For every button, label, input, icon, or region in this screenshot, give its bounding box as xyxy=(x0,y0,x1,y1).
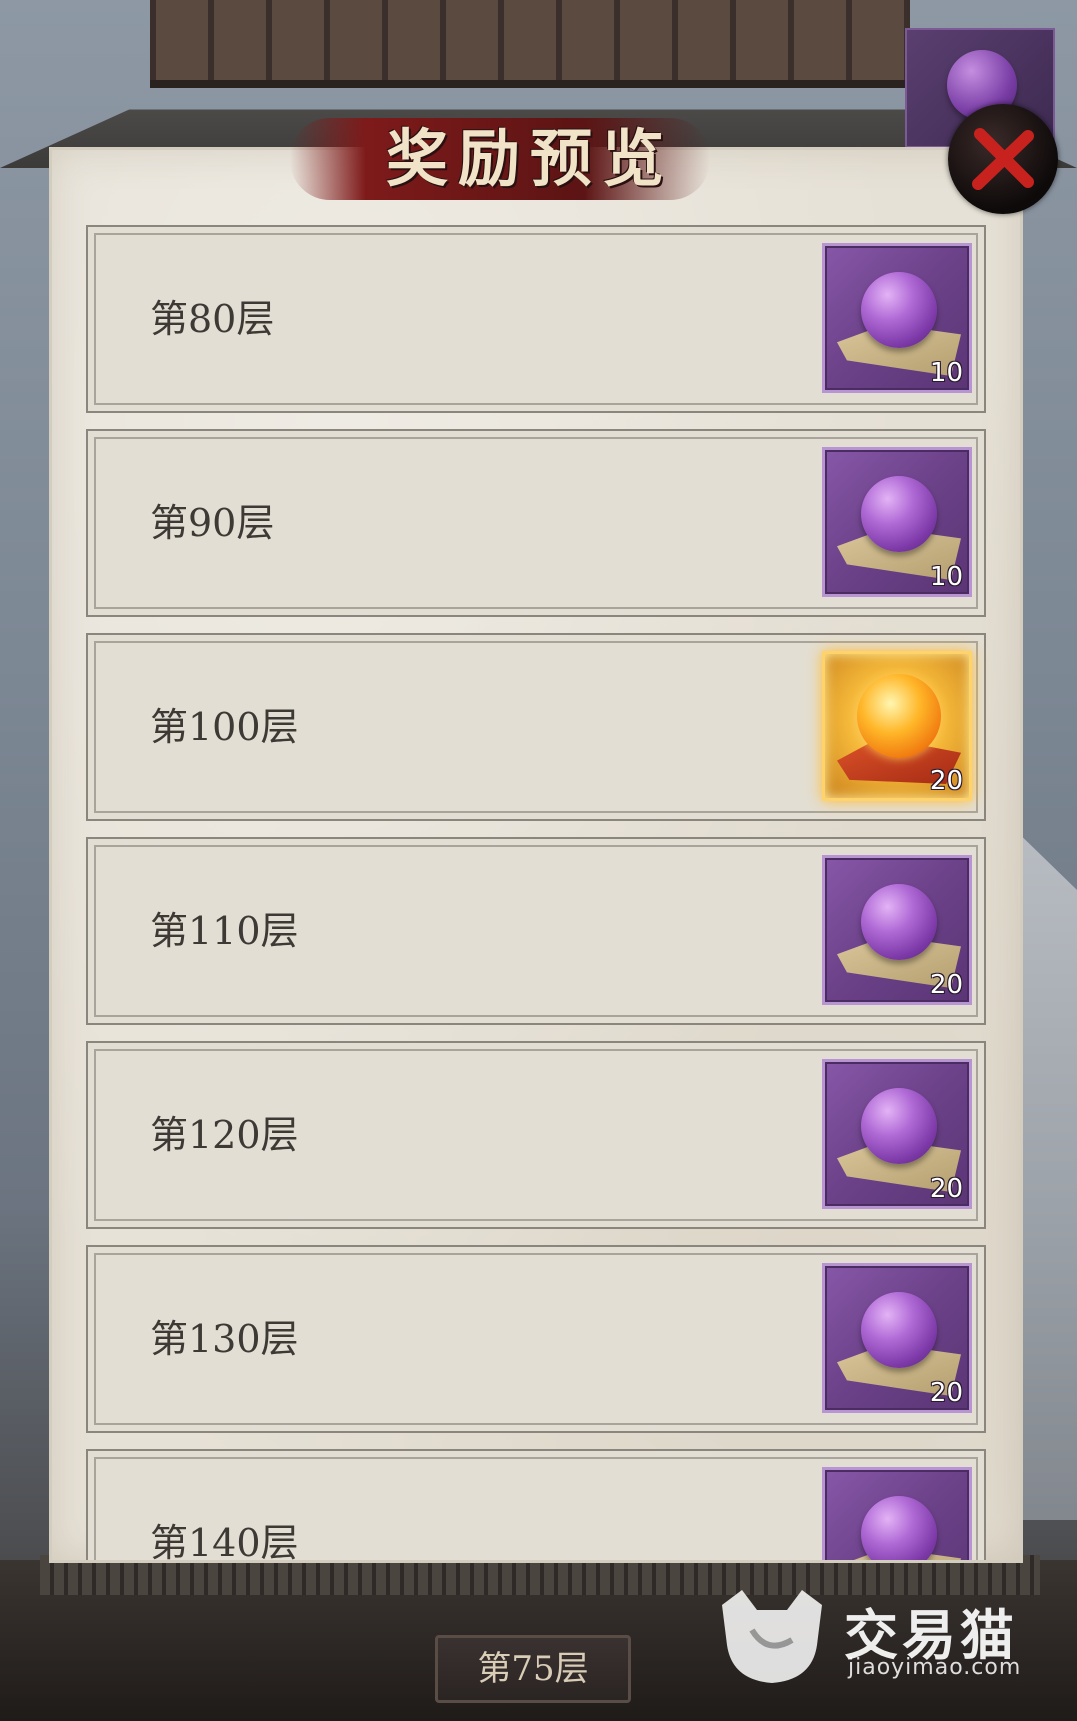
item-quantity: 20 xyxy=(929,1174,963,1204)
reward-item-gold-orb[interactable]: 20 xyxy=(822,651,972,801)
reward-row-120: 第120层 20 xyxy=(86,1041,986,1229)
purple-orb-icon xyxy=(861,1496,937,1560)
cat-logo-icon xyxy=(722,1590,822,1683)
purple-orb-icon xyxy=(861,884,937,960)
purple-orb-icon xyxy=(861,476,937,552)
current-floor-sign: 第75层 xyxy=(435,1635,631,1703)
floor-label: 第140层 xyxy=(150,1521,299,1560)
reward-row-130: 第130层 20 xyxy=(86,1245,986,1433)
reward-item-purple-orb[interactable]: 20 xyxy=(822,1059,972,1209)
purple-orb-icon xyxy=(861,272,937,348)
reward-item-purple-orb[interactable]: 10 xyxy=(822,243,972,393)
tower-top-background xyxy=(150,0,910,88)
floor-label: 第110层 xyxy=(150,909,299,953)
item-quantity: 20 xyxy=(929,766,963,796)
floor-label: 第100层 xyxy=(150,705,299,749)
reward-row-140: 第140层 xyxy=(86,1449,986,1560)
watermark: 交易猫 jiaoyimao.com xyxy=(712,1585,1042,1685)
item-quantity: 10 xyxy=(929,562,963,592)
reward-item-purple-orb[interactable]: 10 xyxy=(822,447,972,597)
floor-label: 第130层 xyxy=(150,1317,299,1361)
reward-row-80: 第80层 10 xyxy=(86,225,986,413)
close-icon xyxy=(972,128,1034,190)
reward-list[interactable]: 第80层 10 第90层 10 第100层 20 第110层 20 第120层 … xyxy=(86,225,986,1560)
floor-label: 第80层 xyxy=(150,297,275,341)
reward-row-90: 第90层 10 xyxy=(86,429,986,617)
reward-row-100: 第100层 20 xyxy=(86,633,986,821)
gold-orb-icon xyxy=(857,674,941,758)
close-button[interactable] xyxy=(948,104,1058,214)
floor-label: 第120层 xyxy=(150,1113,299,1157)
reward-item-purple-orb[interactable]: 20 xyxy=(822,1263,972,1413)
item-quantity: 20 xyxy=(929,970,963,1000)
reward-item-purple-orb[interactable] xyxy=(822,1467,972,1560)
reward-item-purple-orb[interactable]: 20 xyxy=(822,855,972,1005)
floor-label: 第90层 xyxy=(150,501,275,545)
reward-row-110: 第110层 20 xyxy=(86,837,986,1025)
purple-orb-icon xyxy=(861,1292,937,1368)
item-quantity: 10 xyxy=(929,358,963,388)
watermark-domain: jiaoyimao.com xyxy=(848,1655,1022,1680)
purple-orb-icon xyxy=(861,1088,937,1164)
reward-preview-panel: 第80层 10 第90层 10 第100层 20 第110层 20 第120层 … xyxy=(52,150,1020,1560)
dialog-title: 奖励预览 xyxy=(385,122,674,195)
item-quantity: 20 xyxy=(929,1378,963,1408)
